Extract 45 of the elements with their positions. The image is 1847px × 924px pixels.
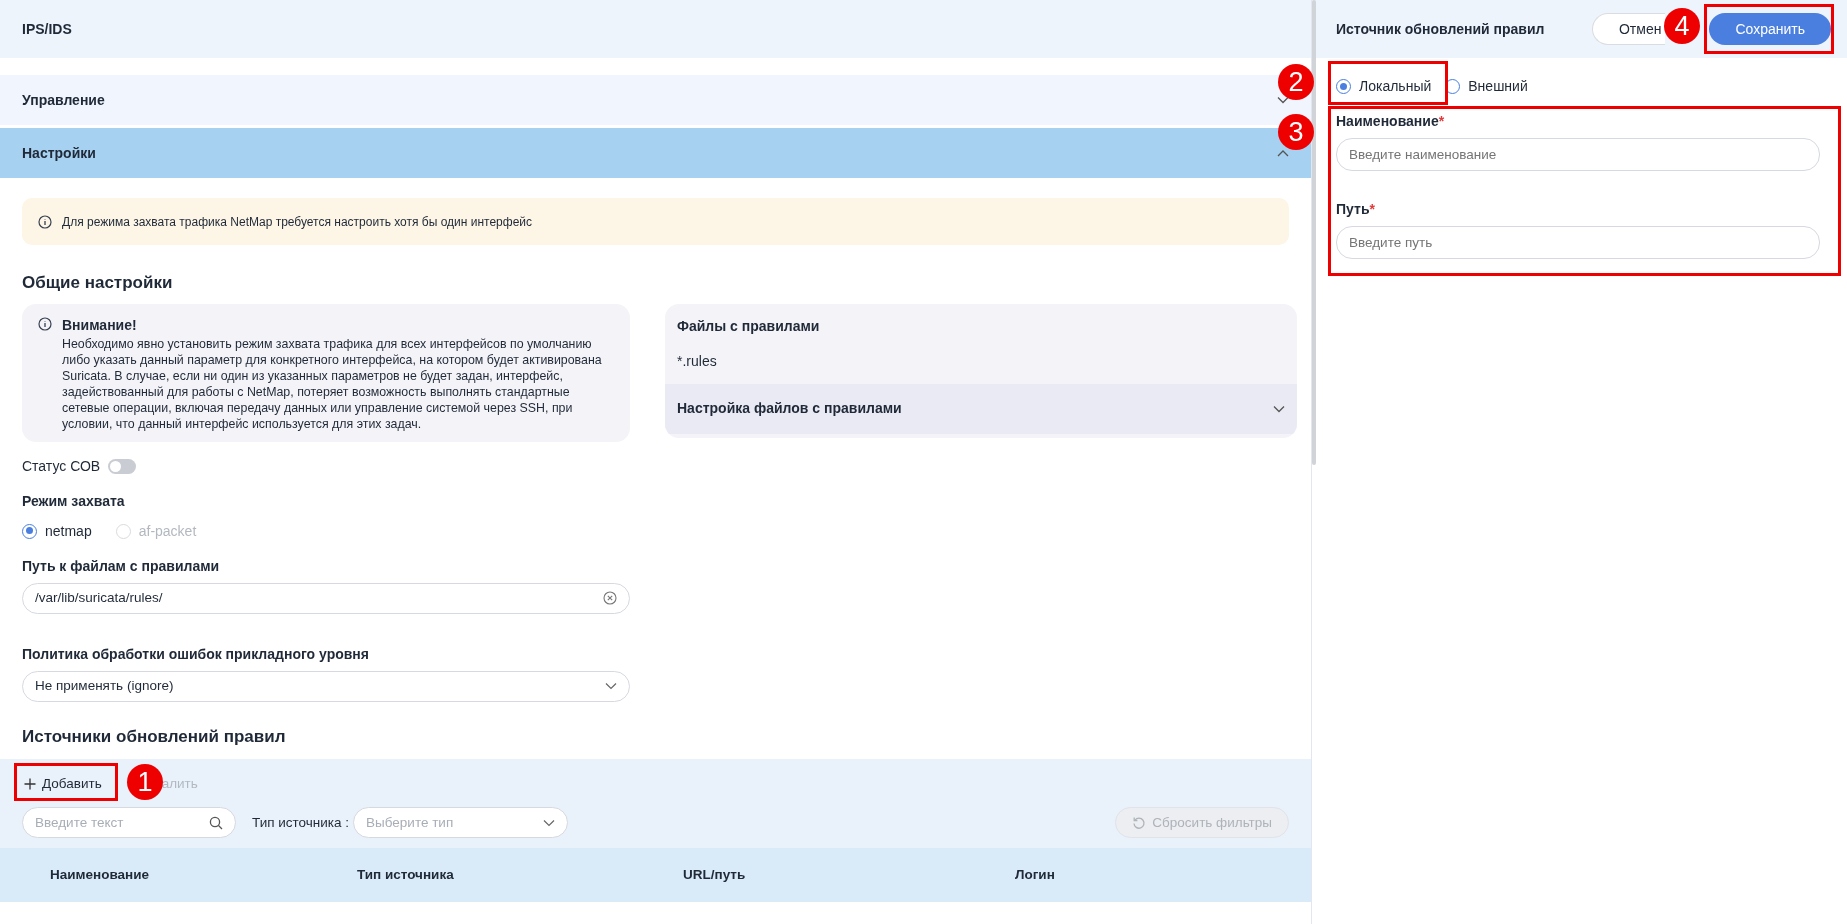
- chevron-icon: [543, 818, 556, 827]
- add-button[interactable]: Добавить: [14, 769, 112, 800]
- notice-text: Для режима захвата трафика NetMap требуется настроить хотя бы один интерфейс: [62, 213, 533, 231]
- field-label: Путь*: [1336, 200, 1376, 219]
- radio-option[interactable]: Локальный: [1336, 76, 1432, 97]
- chevron-icon: [605, 682, 617, 690]
- field-label: Режим захвата: [22, 491, 126, 511]
- field-label: Наименование*: [1336, 112, 1446, 131]
- path-field[interactable]: /var/lib/suricata/rules/: [22, 582, 630, 614]
- field-label: Путь к файлам с правилами: [22, 556, 221, 576]
- chevron-icon: [1277, 149, 1289, 157]
- text-field[interactable]: Введите путь: [1336, 226, 1820, 259]
- drawer-title: Источник обновлений правил: [1336, 19, 1545, 39]
- alert-title: Внимание!: [62, 316, 138, 333]
- column-header: Тип источника: [356, 866, 455, 885]
- field-label: Статус СОВ: [22, 456, 101, 476]
- search-icon: [209, 815, 223, 830]
- alert-text: Необходимо явно установить режим захвата трафика для всех интерфейсов по умолчанию либо указать данный параметр для конкретного интерфейса, на котором будет активирована Suricata. В случае, если ни один из указанных параметров не будет задан, интерфейс, задействованный для работы с NetMap, потеряет возможность выполнять стандартные сетевые операции, включая передачу данных или управление системой через SSH, при условии, что данный интерфейс используется для этих задач.: [62, 335, 603, 432]
- column-header: Наименование: [49, 866, 151, 885]
- reset-icon: [1132, 815, 1147, 830]
- chevron-icon: [1277, 96, 1289, 104]
- policy-select[interactable]: Не применять (ignore): [22, 670, 630, 702]
- save-button[interactable]: Сохранить: [1709, 13, 1831, 45]
- radio-option[interactable]: netmap: [22, 520, 92, 542]
- plus-icon: [24, 778, 36, 791]
- radio-option[interactable]: Внешний: [1445, 76, 1528, 97]
- column-header: Логин: [1014, 866, 1056, 885]
- toggle-switch[interactable]: [108, 458, 137, 474]
- filter-label: Тип источника :: [252, 813, 350, 832]
- field-label: Политика обработки ошибок прикладного уровня: [22, 644, 370, 664]
- cancel-button[interactable]: Отмен: [1591, 13, 1666, 45]
- chevron-icon: [1273, 404, 1285, 413]
- card-value: *.rules: [676, 351, 718, 371]
- step-number: 2: [1278, 64, 1314, 100]
- section-heading: Источники обновлений правил: [22, 725, 287, 748]
- info-icon: [38, 316, 52, 331]
- scrollbar[interactable]: [1312, 0, 1316, 465]
- info-icon: [38, 214, 52, 229]
- text-field[interactable]: Введите наименование: [1336, 138, 1820, 171]
- clear-icon: [603, 591, 617, 605]
- section-heading: Общие настройки: [22, 272, 174, 294]
- card-title: Файлы с правилами: [676, 316, 821, 336]
- accordion-header[interactable]: Настройка файлов с правилами: [665, 383, 1297, 434]
- page-title: IPS/IDS: [0, 0, 1311, 58]
- column-header: URL/путь: [682, 866, 747, 885]
